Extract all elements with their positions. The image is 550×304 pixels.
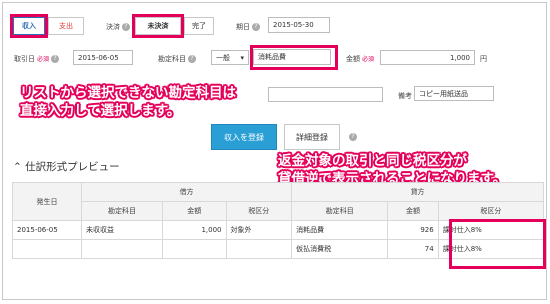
help-icon[interactable]: ? [122, 23, 130, 31]
chevron-up-icon[interactable]: ⌃ [13, 161, 22, 173]
help-icon[interactable]: ? [51, 55, 60, 63]
group-credit: 貸方 [291, 182, 544, 202]
col-credit-amount: 金額 [387, 201, 439, 221]
note-label: 備考 [398, 92, 412, 100]
amount-input[interactable]: 1,000 [380, 50, 475, 65]
transaction-date-input[interactable]: 2015-06-05 [73, 50, 133, 65]
highlight-tax-column [449, 219, 546, 269]
col-credit-account: 勘定科目 [291, 201, 389, 221]
extra-input[interactable] [268, 87, 383, 102]
amount-label: 金額 必須 [346, 55, 375, 63]
callout-left: リストから選択できない勘定科目は 直接入力して選択します。 [20, 85, 236, 119]
col-credit-tax: 税区分 [437, 201, 545, 221]
account-label: 勘定科目? [158, 54, 196, 64]
tab-expense[interactable]: 支出 [48, 17, 84, 35]
account-select[interactable]: 一般 ▾ [211, 50, 249, 65]
dropdown-arrow-icon: ▾ [240, 53, 244, 62]
group-debit: 借方 [80, 182, 293, 202]
detail-register-button[interactable]: 詳細登録 [284, 124, 340, 150]
help-icon[interactable]: ? [349, 133, 357, 141]
help-icon[interactable]: ? [252, 23, 260, 31]
due-date-input[interactable]: 2015-05-30 [268, 17, 330, 33]
transaction-date-label: 取引日 必須? [14, 54, 60, 64]
settlement-label: 決済? [106, 22, 130, 32]
due-date-label: 期日? [236, 22, 260, 32]
settlement-completed-button[interactable]: 完了 [184, 17, 214, 35]
highlight-unsettled [132, 14, 184, 38]
col-debit-account: 勘定科目 [81, 201, 163, 221]
help-icon[interactable]: ? [188, 55, 196, 63]
register-income-button[interactable]: 収入を登録 [211, 124, 277, 150]
preview-title: ⌃ 仕訳形式プレビュー [13, 161, 120, 173]
col-date: 発生日 [12, 182, 82, 221]
col-debit-tax: 税区分 [225, 201, 293, 221]
amount-unit: 円 [480, 55, 487, 63]
highlight-account-input [250, 45, 338, 70]
note-input[interactable]: コピー用紙送品 [414, 86, 494, 101]
highlight-income-tab [10, 14, 48, 38]
col-debit-amount: 金額 [161, 201, 227, 221]
